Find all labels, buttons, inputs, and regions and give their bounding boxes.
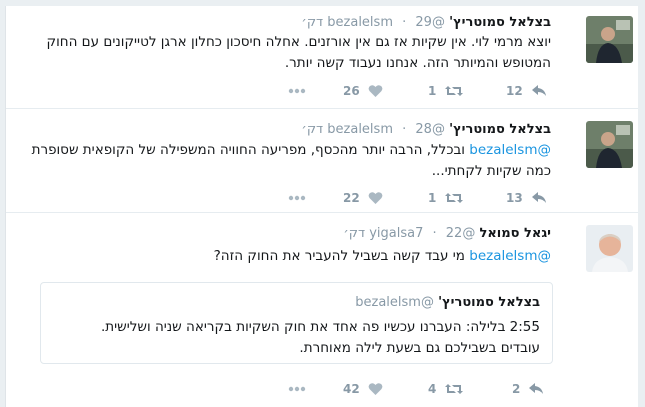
reply-count: 2 [512, 382, 521, 396]
quoted-display-name: בצלאל סמוטריץ' [438, 295, 540, 310]
tweet-body: מי עבד קשה בשביל להעביר את החוק הזה? [213, 248, 465, 264]
avatar[interactable] [586, 16, 633, 63]
avatar[interactable] [586, 121, 633, 168]
avatar[interactable] [586, 225, 633, 272]
more-icon [288, 88, 306, 94]
more-button[interactable] [288, 82, 306, 100]
tweet-header: בצלאל סמוטריץ' @bezalelsm · 29 דק׳ [301, 15, 551, 30]
like-button[interactable]: 26 [343, 82, 383, 100]
reply-icon [529, 383, 544, 394]
quoted-tweet-text: 2:55 בלילה: העברנו עכשיו פה אחד את חוק ה… [100, 319, 540, 356]
quoted-tweet-header: בצלאל סמוטריץ' @bezalelsm [355, 295, 540, 310]
display-name[interactable]: יגאל סמואל [479, 226, 551, 241]
retweet-icon [445, 384, 464, 394]
reply-icon [531, 85, 546, 96]
more-button[interactable] [288, 189, 306, 207]
reply-button[interactable]: 13 [506, 189, 548, 207]
reply-count: 12 [506, 84, 523, 98]
heart-icon [368, 383, 383, 395]
tweet-text: @bezalelsm ובכלל, הרבה יותר מהכסף, מפריע… [31, 140, 551, 182]
display-name[interactable]: בצלאל סמוטריץ' [449, 15, 551, 30]
retweet-count: 1 [428, 191, 437, 205]
tweet-actions: 12 1 26 [6, 82, 639, 100]
like-button[interactable]: 42 [343, 380, 383, 398]
heart-icon [368, 85, 383, 97]
tweet-text: יוצא מרמי לוי. אין שקיות אז גם אין אורזנ… [46, 34, 552, 71]
like-button[interactable]: 22 [343, 189, 383, 207]
quoted-tweet[interactable]: בצלאל סמוטריץ' @bezalelsm 2:55 בלילה: הע… [40, 282, 553, 364]
tweet-header: יגאל סמואל @yigalsa7 · 22 דק׳ [343, 226, 551, 241]
heart-icon [368, 192, 383, 204]
like-count: 22 [343, 191, 360, 205]
more-button[interactable] [288, 380, 306, 398]
like-count: 42 [343, 382, 360, 396]
retweet-count: 1 [428, 84, 437, 98]
tweet-actions: 13 1 22 [6, 189, 639, 207]
tweet-actions: 2 4 42 [6, 380, 639, 398]
more-icon [288, 386, 306, 392]
reply-button[interactable]: 2 [512, 380, 545, 398]
mention-link[interactable]: @bezalelsm [469, 248, 551, 264]
reply-button[interactable]: 12 [506, 82, 548, 100]
tweet[interactable]: בצלאל סמוטריץ' @bezalelsm · 29 דק׳ יוצא … [6, 6, 639, 109]
tweet-text: @bezalelsm מי עבד קשה בשביל להעביר את הח… [31, 246, 551, 267]
tweet[interactable]: בצלאל סמוטריץ' @bezalelsm · 28 דק׳ @beza… [6, 109, 639, 213]
quoted-handle: @bezalelsm [355, 295, 434, 310]
retweet-button[interactable]: 4 [428, 380, 464, 398]
like-count: 26 [343, 84, 360, 98]
scrollbar[interactable] [638, 6, 645, 407]
retweet-button[interactable]: 1 [428, 189, 464, 207]
reply-count: 13 [506, 191, 523, 205]
tweet-header: בצלאל סמוטריץ' @bezalelsm · 28 דק׳ [301, 122, 551, 137]
mention-link[interactable]: @bezalelsm [469, 142, 551, 158]
tweet[interactable]: יגאל סמואל @yigalsa7 · 22 דק׳ @bezalelsm… [6, 213, 639, 407]
more-icon [288, 195, 306, 201]
reply-icon [531, 192, 546, 203]
retweet-icon [445, 86, 464, 96]
retweet-button[interactable]: 1 [428, 82, 464, 100]
retweet-count: 4 [428, 382, 437, 396]
display-name[interactable]: בצלאל סמוטריץ' [449, 122, 551, 137]
retweet-icon [445, 193, 464, 203]
timeline: בצלאל סמוטריץ' @bezalelsm · 29 דק׳ יוצא … [5, 6, 640, 407]
